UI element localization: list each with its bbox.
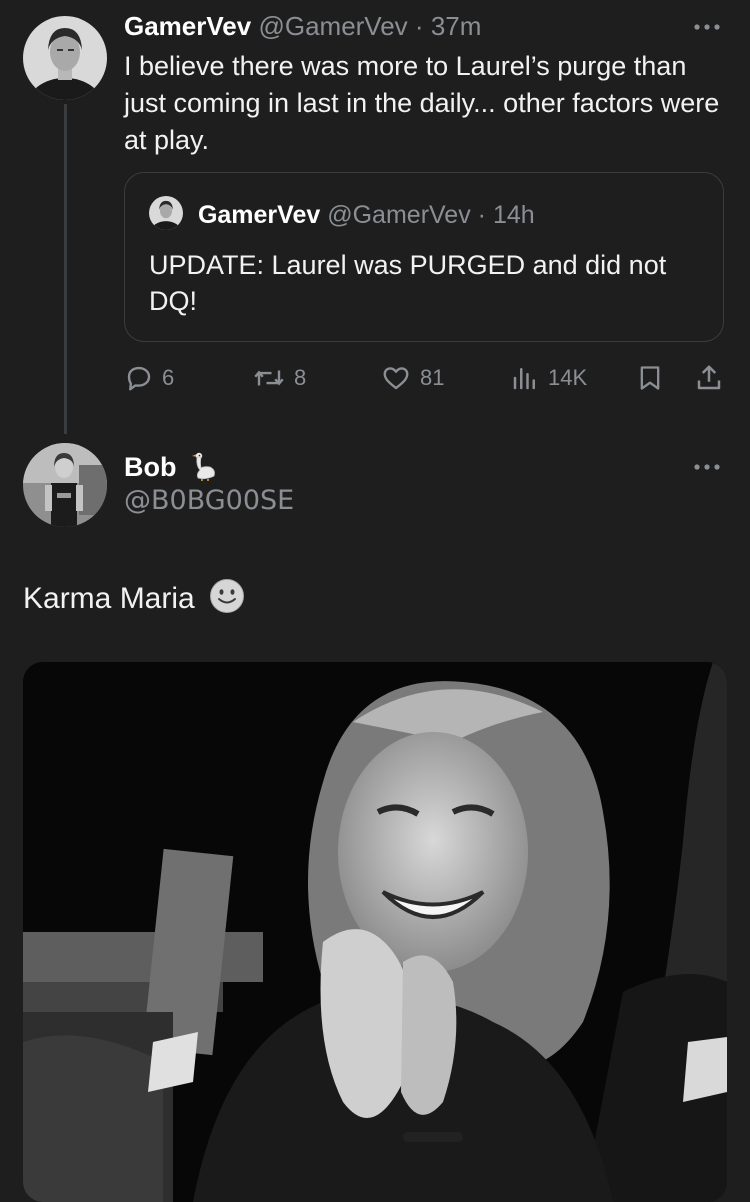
share-icon: [697, 365, 721, 390]
author-name[interactable]: GamerVev: [124, 11, 251, 41]
separator-dot: ·: [414, 11, 424, 41]
tweet-actions-bar: 6 8 81 14K: [124, 360, 728, 396]
bookmark-icon: [640, 366, 660, 390]
thread-connector-line: [64, 104, 67, 434]
quoted-separator-dot: ·: [477, 201, 486, 229]
share-button[interactable]: [694, 360, 732, 396]
more-icon[interactable]: [692, 462, 722, 472]
bookmark-button[interactable]: [636, 360, 672, 396]
tweet-text-row: Karma Maria: [23, 578, 245, 619]
quoted-tweet-time: 14h: [492, 201, 535, 229]
author-name-row[interactable]: Bob: [124, 450, 218, 484]
tweet-text: Karma Maria: [23, 582, 195, 615]
views-icon: [513, 368, 535, 390]
reply-button[interactable]: 6: [124, 360, 174, 396]
tweet-time[interactable]: 37m: [431, 11, 482, 41]
tweet-header: GamerVev @GamerVev · 37m: [124, 10, 481, 42]
quoted-tweet-header: GamerVev @GamerVev · 14h: [149, 196, 535, 233]
repost-icon: [254, 370, 284, 386]
reply-count: 6: [162, 365, 175, 390]
views-count: 14K: [548, 365, 588, 390]
like-button[interactable]: 81: [380, 360, 444, 396]
avatar[interactable]: [23, 16, 107, 100]
author-name[interactable]: Bob: [124, 452, 176, 482]
like-count: 81: [420, 365, 445, 390]
goose-icon: [192, 452, 215, 481]
more-icon[interactable]: [692, 22, 722, 32]
quoted-author-name: GamerVev: [197, 201, 321, 229]
views-button[interactable]: 14K: [510, 360, 587, 396]
slightly-smiling-face-icon: [210, 579, 245, 613]
quoted-avatar: [149, 196, 183, 231]
reply-icon: [127, 366, 151, 391]
author-handle[interactable]: @GamerVev: [258, 11, 407, 41]
author-handle[interactable]: @B0BG00SE: [124, 484, 294, 518]
like-icon: [383, 367, 409, 390]
quoted-author-handle: @GamerVev: [327, 201, 471, 229]
repost-button[interactable]: 8: [252, 360, 306, 396]
tweet-text: I believe there was more to Laurel’s pur…: [124, 51, 720, 155]
quoted-tweet-card[interactable]: GamerVev @GamerVev · 14h UPDATE: Laurel …: [124, 172, 724, 342]
repost-count: 8: [294, 365, 307, 390]
tweet-media-image[interactable]: [23, 662, 727, 1202]
avatar[interactable]: [23, 443, 107, 527]
quoted-tweet-text: UPDATE: Laurel was PURGED and did not DQ…: [149, 250, 667, 316]
